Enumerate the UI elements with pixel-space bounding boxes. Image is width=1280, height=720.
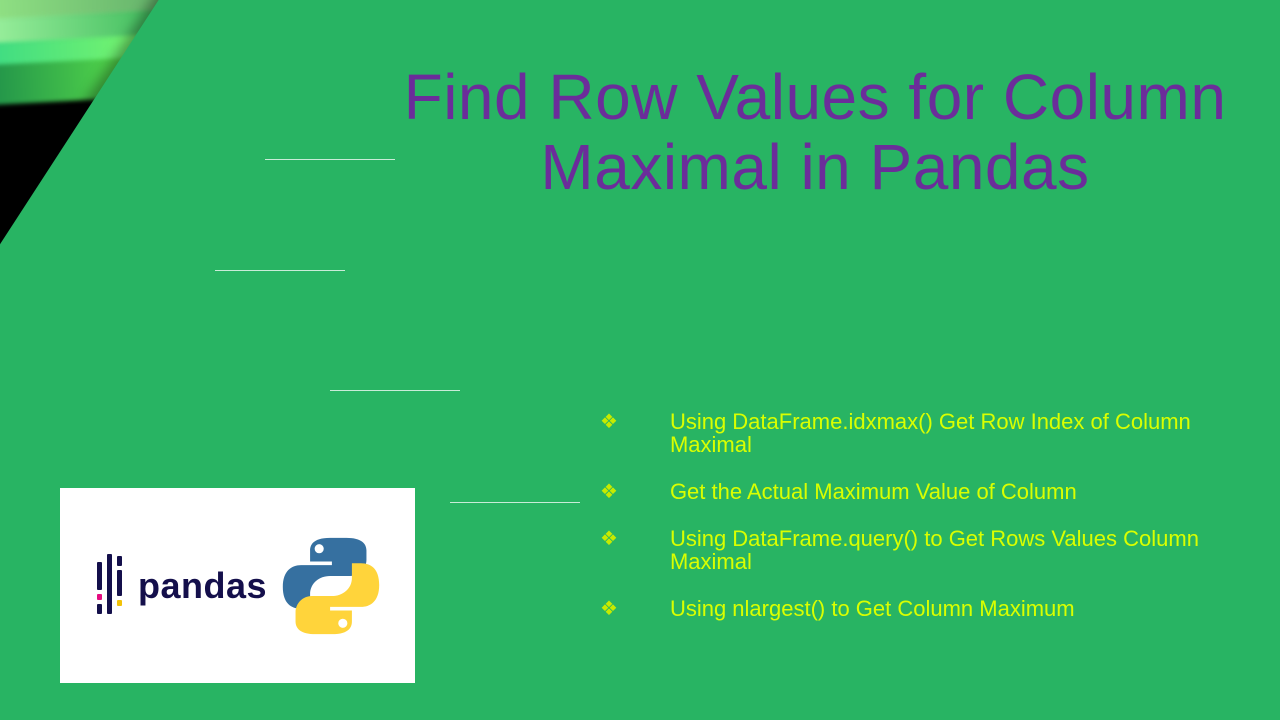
content-layer: Find Row Values for Column Maximal in Pa… xyxy=(0,0,1280,720)
list-item: ❖ Using DataFrame.idxmax() Get Row Index… xyxy=(600,410,1230,456)
pandas-bars-icon xyxy=(94,554,128,618)
list-item-text: Using DataFrame.query() to Get Rows Valu… xyxy=(670,527,1230,573)
python-logo-icon xyxy=(281,536,381,636)
pandas-logo: pandas xyxy=(94,554,267,618)
list-item-text: Using nlargest() to Get Column Maximum xyxy=(670,597,1230,620)
list-item: ❖ Get the Actual Maximum Value of Column xyxy=(600,480,1230,503)
divider-line xyxy=(265,159,395,160)
list-item-text: Get the Actual Maximum Value of Column xyxy=(670,480,1230,503)
list-item-text: Using DataFrame.idxmax() Get Row Index o… xyxy=(670,410,1230,456)
list-item: ❖ Using DataFrame.query() to Get Rows Va… xyxy=(600,527,1230,573)
divider-line xyxy=(330,390,460,391)
slide-title: Find Row Values for Column Maximal in Pa… xyxy=(395,62,1235,203)
diamond-bullet-icon: ❖ xyxy=(600,529,618,550)
diamond-bullet-icon: ❖ xyxy=(600,412,618,433)
divider-line xyxy=(215,270,345,271)
divider-line xyxy=(450,502,580,503)
diamond-bullet-icon: ❖ xyxy=(600,482,618,503)
bullet-list: ❖ Using DataFrame.idxmax() Get Row Index… xyxy=(600,410,1230,645)
pandas-wordmark: pandas xyxy=(138,565,267,607)
slide: Find Row Values for Column Maximal in Pa… xyxy=(0,0,1280,720)
list-item: ❖ Using nlargest() to Get Column Maximum xyxy=(600,597,1230,620)
diamond-bullet-icon: ❖ xyxy=(600,599,618,620)
pandas-python-logo-card: pandas xyxy=(60,488,415,683)
